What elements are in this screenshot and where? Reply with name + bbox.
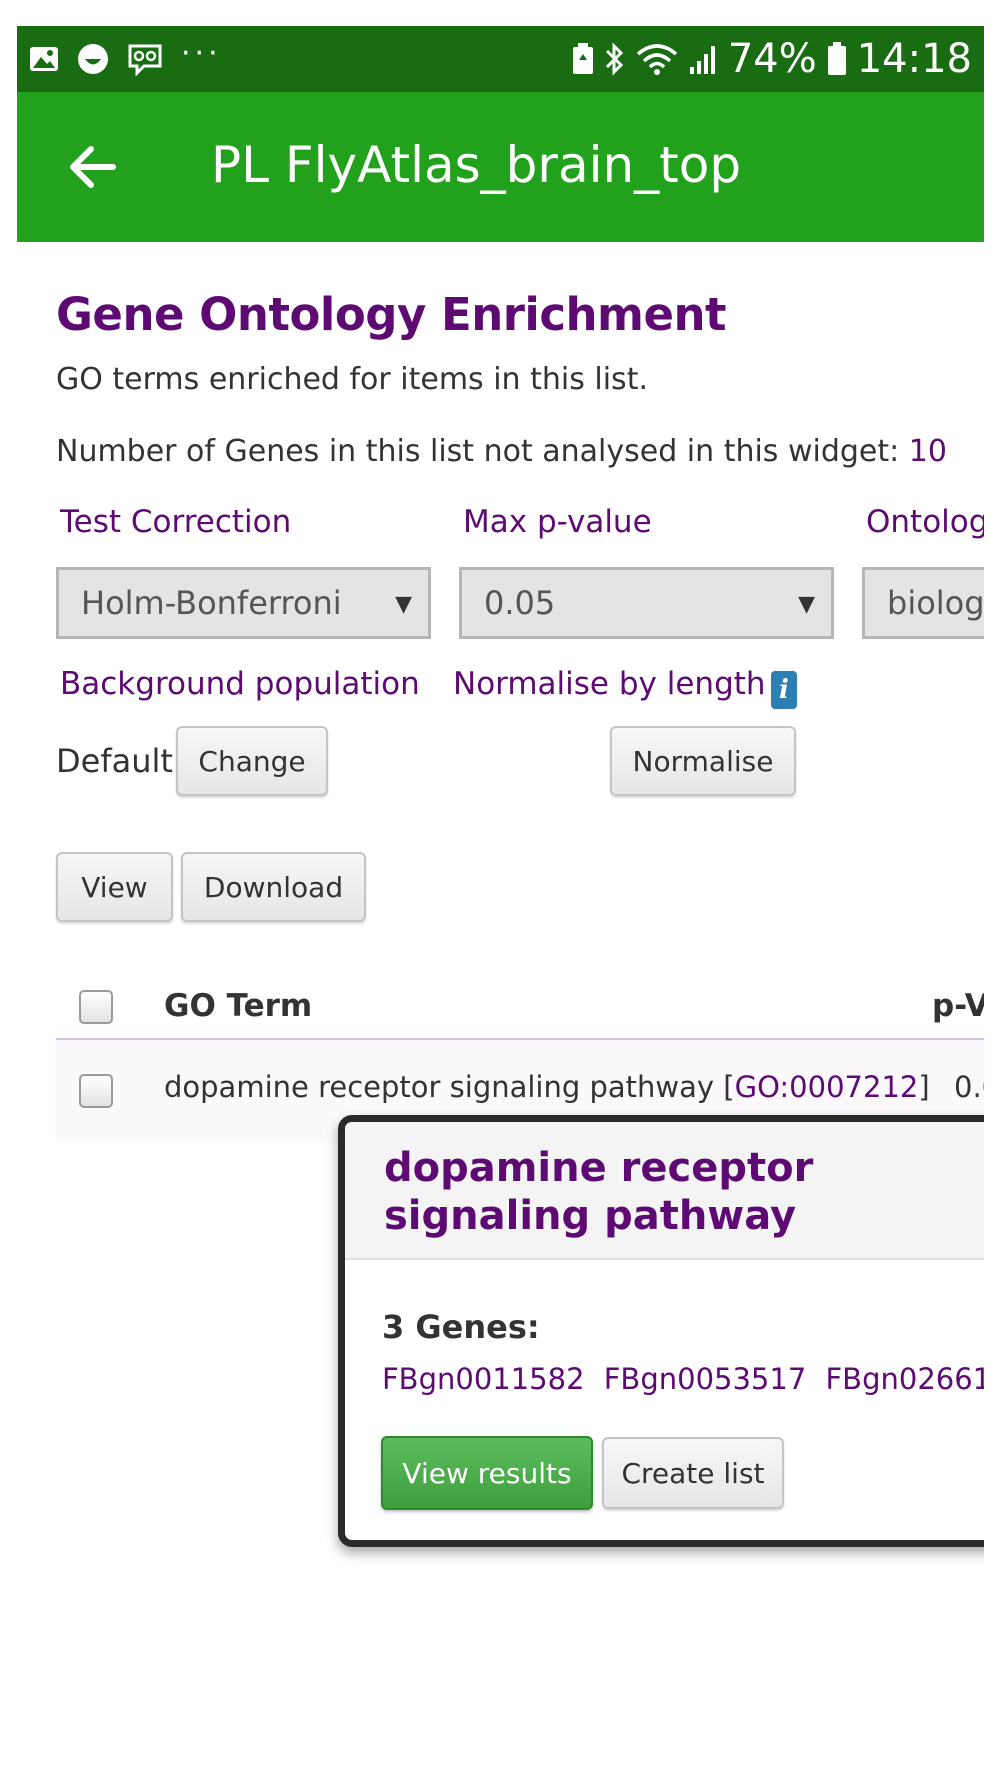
page-title: PL FlyAtlas_brain_top — [211, 136, 742, 194]
background-value: Default — [56, 742, 173, 780]
smiley-icon — [77, 43, 109, 75]
gallery-icon — [29, 44, 59, 74]
go-term-name: dopamine receptor signaling pathway [ — [164, 1070, 735, 1104]
gene-link[interactable]: FBgn0053517 — [604, 1362, 807, 1396]
info-icon[interactable]: i — [771, 671, 797, 709]
create-list-button[interactable]: Create list — [602, 1437, 784, 1509]
gene-link[interactable]: FBgn026613 — [826, 1362, 985, 1396]
go-term-cell: dopamine receptor signaling pathway [GO:… — [164, 1070, 930, 1104]
dropdown-arrow-icon: ▼ — [395, 592, 412, 617]
messenger-icon — [127, 42, 163, 76]
normalise-label: Normalise by length — [453, 666, 766, 702]
battery-icon — [827, 42, 847, 76]
ontology-select[interactable]: biolog — [862, 567, 984, 639]
wifi-icon — [636, 42, 678, 76]
row-checkbox[interactable] — [79, 1074, 113, 1108]
gene-links: FBgn0011582 FBgn0053517 FBgn026613 — [382, 1362, 984, 1396]
notification-icons: ··· — [29, 26, 222, 92]
not-analysed-label: Number of Genes in this list not analyse… — [56, 434, 909, 469]
system-icons: 74% 14:18 — [572, 26, 972, 92]
not-analysed-info: Number of Genes in this list not analyse… — [56, 434, 947, 469]
pvalue-cell: 0.0 — [954, 1070, 984, 1104]
battery-percentage: 74% — [727, 36, 817, 82]
go-id-link[interactable]: GO:0007212 — [735, 1070, 919, 1104]
bluetooth-icon — [604, 41, 626, 77]
battery-saver-icon — [572, 43, 594, 75]
max-pvalue-label: Max p-value — [463, 504, 652, 540]
test-correction-select[interactable]: Holm-Bonferroni ▼ — [56, 567, 431, 639]
go-term-close: ] — [918, 1070, 930, 1104]
popover-header: dopamine receptor signaling pathway — [345, 1122, 984, 1260]
download-button[interactable]: Download — [181, 852, 366, 922]
pvalue-header: p-V — [932, 988, 984, 1024]
max-pvalue-value: 0.05 — [484, 584, 556, 622]
widget-description: GO terms enriched for items in this list… — [56, 362, 648, 397]
popover-title: dopamine receptor signaling pathway — [384, 1145, 814, 1239]
go-term-header: GO Term — [164, 988, 313, 1024]
signal-icon — [688, 43, 718, 75]
background-population-label: Background population — [60, 666, 420, 702]
back-button[interactable] — [65, 140, 119, 194]
dropdown-arrow-icon: ▼ — [798, 592, 815, 617]
phone-screen: ··· 74% 14:18 PL FlyAtlas_brain_top Gene… — [17, 26, 984, 1781]
app-bar: PL FlyAtlas_brain_top — [17, 92, 984, 242]
widget-title: Gene Ontology Enrichment — [56, 288, 727, 341]
not-analysed-count[interactable]: 10 — [909, 434, 947, 469]
more-notifications: ··· — [181, 35, 222, 71]
ontology-value: biolog — [887, 584, 984, 622]
go-term-popover: dopamine receptor signaling pathway 3 Ge… — [338, 1115, 984, 1547]
test-correction-label: Test Correction — [60, 504, 292, 540]
gene-link[interactable]: FBgn0011582 — [382, 1362, 585, 1396]
genes-count-label: 3 Genes: — [382, 1308, 540, 1346]
change-background-button[interactable]: Change — [176, 726, 328, 796]
status-bar: ··· 74% 14:18 — [17, 26, 984, 92]
max-pvalue-select[interactable]: 0.05 ▼ — [459, 567, 834, 639]
view-results-button[interactable]: View results — [381, 1436, 593, 1510]
test-correction-value: Holm-Bonferroni — [81, 584, 342, 622]
clock: 14:18 — [856, 36, 972, 82]
select-all-checkbox[interactable] — [79, 990, 113, 1024]
view-button[interactable]: View — [56, 852, 173, 922]
normalise-button[interactable]: Normalise — [610, 726, 796, 796]
ontology-label: Ontolog — [866, 504, 984, 540]
arrow-left-icon — [70, 146, 116, 188]
